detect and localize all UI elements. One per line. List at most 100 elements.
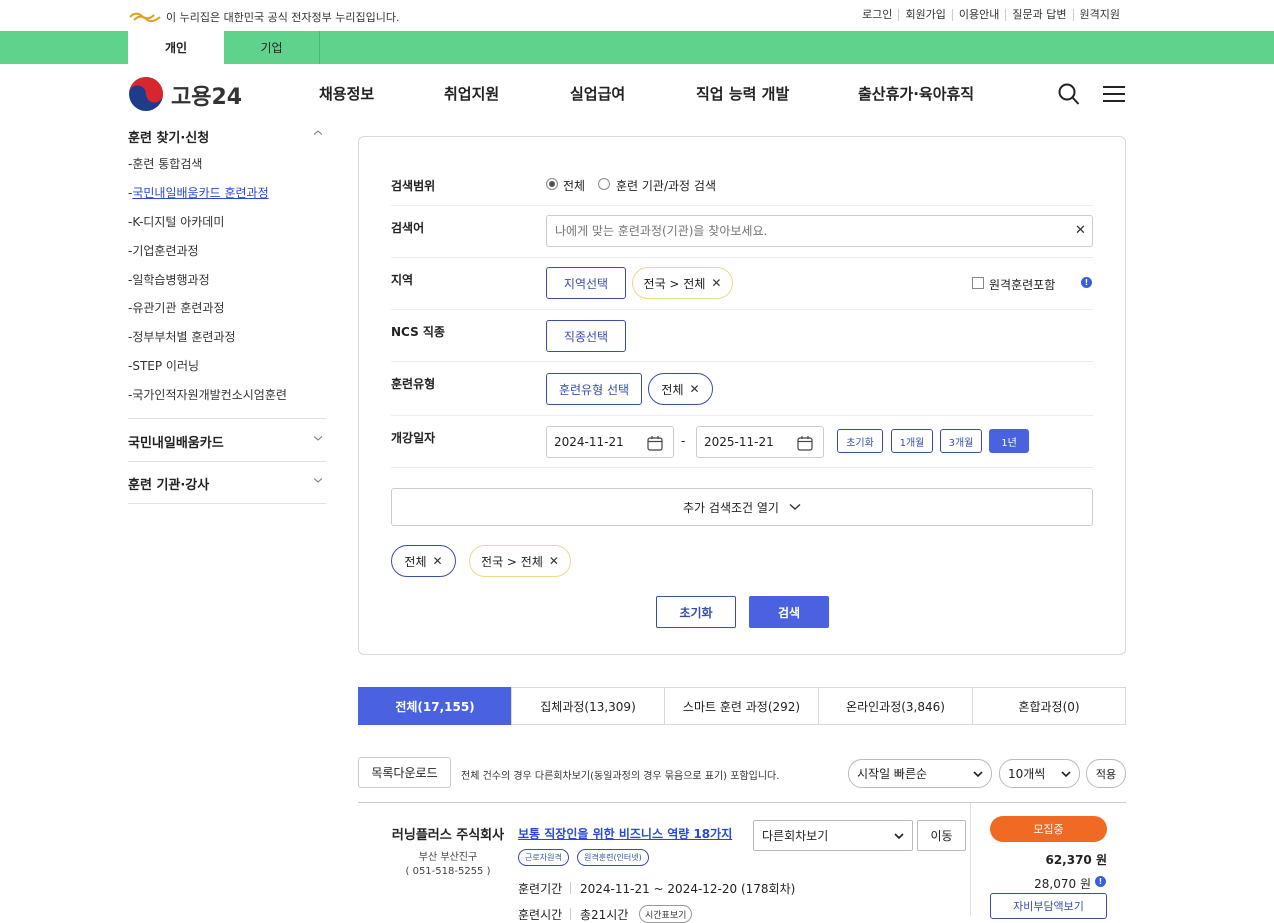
scope-org-label[interactable]: 훈련 기관/과정 검색: [616, 177, 716, 194]
period-3month-button[interactable]: 3개월: [940, 429, 982, 453]
remove-chip-icon[interactable]: ✕: [690, 382, 700, 396]
move-button[interactable]: 이동: [917, 820, 966, 851]
training-hours-value: 총21시간: [580, 908, 629, 922]
list-download-button[interactable]: 목록다운로드: [358, 757, 451, 788]
more-conditions-toggle[interactable]: 추가 검색조건 열기: [391, 488, 1093, 526]
sidebar-item-work-study[interactable]: -일학습병행과정: [128, 271, 210, 288]
calendar-icon[interactable]: [797, 435, 813, 451]
tab-classroom[interactable]: 집체과정(13,309): [511, 687, 665, 725]
sidebar-item-label: 국가인적자원개발컨소시엄훈련: [132, 388, 287, 402]
scope-all-radio[interactable]: [546, 178, 558, 190]
scope-org-radio[interactable]: [598, 178, 610, 190]
period-reset-button[interactable]: 초기화: [837, 429, 883, 453]
remote-include-label[interactable]: 원격훈련포함: [989, 276, 1055, 293]
search-panel: [358, 136, 1126, 655]
other-session-select[interactable]: 다른회차보기: [753, 820, 913, 851]
training-type-button[interactable]: 훈련유형 선택: [546, 373, 642, 405]
guide-link[interactable]: 이용안내: [951, 9, 1005, 21]
remove-chip-icon[interactable]: ✕: [711, 276, 721, 290]
scope-label: 검색범위: [391, 179, 436, 193]
sidebar-item-integrated-search[interactable]: -훈련 통합검색: [128, 155, 202, 172]
nav-unemployment-benefit[interactable]: 실업급여: [570, 83, 625, 104]
selected-chip-type: 전체 ✕: [391, 545, 456, 577]
training-period-key: 훈련기간: [518, 882, 563, 896]
tab-smart[interactable]: 스마트 훈련 과정(292): [664, 687, 819, 725]
sidebar-section-label: 훈련 찾기·신청: [128, 131, 210, 146]
result-column-divider: [970, 803, 971, 916]
chevron-up-icon: [314, 130, 322, 135]
org-name[interactable]: 러닝플러스 주식회사: [358, 824, 538, 843]
remove-chip-icon[interactable]: ✕: [549, 554, 559, 568]
ncs-select-button[interactable]: 직종선택: [546, 320, 626, 352]
sidebar-item-label: 훈련 통합검색: [132, 157, 203, 171]
apply-button[interactable]: 적용: [1086, 759, 1126, 788]
sidebar-item-naeil-card-courses[interactable]: -국민내일배움카드 훈련과정: [128, 184, 269, 201]
sort-select[interactable]: 시작일 빠른순: [848, 759, 992, 788]
sidebar-section-institutions[interactable]: 훈련 기관·강사: [128, 474, 326, 493]
page-size-select[interactable]: 10개씩: [999, 759, 1080, 788]
sidebar-item-label: K-디지털 아카데미: [132, 215, 225, 229]
reset-button[interactable]: 초기화: [656, 596, 736, 628]
row-divider: [391, 415, 1093, 416]
org-phone: ( 051-518-5255 ): [405, 866, 491, 877]
remote-support-link[interactable]: 원격지원: [1072, 9, 1126, 21]
training-period-value: 2024-11-21 ~ 2024-12-20 (178회차): [580, 882, 796, 896]
scope-all-label[interactable]: 전체: [563, 177, 585, 194]
clear-keyword-icon[interactable]: ✕: [1075, 223, 1086, 238]
sidebar-item-label: 유관기관 훈련과정: [132, 301, 225, 315]
nav-skills-development[interactable]: 직업 능력 개발: [696, 83, 789, 104]
sidebar-item-ministry-training[interactable]: -정부부처별 훈련과정: [128, 328, 236, 345]
course-price: 62,370 원: [1045, 853, 1107, 867]
tab-blended[interactable]: 혼합과정(0): [972, 687, 1126, 725]
search-icon[interactable]: [1058, 82, 1080, 106]
chevron-down-icon: [894, 833, 904, 840]
date-from-input[interactable]: 2024-11-21: [546, 426, 674, 458]
gov-notice-bar: 이 누리집은 대한민국 공식 전자정부 누리집입니다. 로그인 회원가입 이용안…: [0, 0, 1274, 31]
site-logo-text[interactable]: 고용24: [171, 79, 242, 111]
sidebar-section-naeil-card[interactable]: 국민내일배움카드: [128, 432, 326, 451]
remote-include-checkbox[interactable]: [972, 277, 984, 289]
qna-link[interactable]: 질문과 답변: [1005, 9, 1072, 21]
sidebar-section-training-search[interactable]: 훈련 찾기·신청: [128, 127, 326, 146]
meta-separator: [570, 882, 571, 894]
search-submit-button[interactable]: 검색: [749, 596, 829, 628]
sidebar-item-label: 정부부처별 훈련과정: [132, 330, 236, 344]
taegeuk-logo-icon[interactable]: [128, 76, 164, 112]
date-to-input[interactable]: 2025-11-21: [696, 426, 824, 458]
training-hours-key: 훈련시간: [518, 908, 563, 922]
tab-all[interactable]: 전체(17,155): [358, 687, 512, 725]
signup-link[interactable]: 회원가입: [898, 9, 951, 21]
calendar-icon[interactable]: [647, 435, 663, 451]
timetable-button[interactable]: 시간표보기: [639, 905, 693, 923]
info-icon[interactable]: !: [1081, 277, 1092, 288]
chevron-down-icon: [1061, 771, 1071, 778]
chevron-down-icon: [789, 503, 801, 510]
sidebar-item-step-elearning[interactable]: -STEP 이러닝: [128, 357, 199, 374]
self-pay-price: 28,070 원: [1034, 877, 1091, 891]
audience-tab-bar: 개인 기업: [0, 31, 1274, 64]
sidebar-item-corporate-training[interactable]: -기업훈련과정: [128, 242, 199, 259]
login-link[interactable]: 로그인: [856, 9, 898, 21]
course-title-link[interactable]: 보통 직장인을 위한 비즈니스 역량 18가지: [518, 825, 732, 842]
other-session-value: 다른회차보기: [762, 829, 829, 843]
sidebar-item-related-agencies[interactable]: -유관기관 훈련과정: [128, 299, 224, 316]
nav-maternity-leave[interactable]: 출산휴가·육아휴직: [858, 83, 974, 104]
info-icon[interactable]: !: [1095, 876, 1106, 887]
nav-jobs[interactable]: 채용정보: [319, 83, 374, 104]
tab-corporate[interactable]: 기업: [224, 31, 320, 64]
gov-notice-text: 이 누리집은 대한민국 공식 전자정부 누리집입니다.: [166, 11, 400, 24]
region-select-button[interactable]: 지역선택: [546, 267, 626, 299]
remove-chip-icon[interactable]: ✕: [433, 554, 443, 568]
period-1month-button[interactable]: 1개월: [891, 429, 933, 453]
keyword-input[interactable]: [546, 215, 1093, 247]
tab-personal[interactable]: 개인: [128, 31, 224, 64]
sidebar-item-consortium[interactable]: -국가인적자원개발컨소시엄훈련: [128, 386, 287, 403]
nav-employment-support[interactable]: 취업지원: [444, 83, 499, 104]
tab-online[interactable]: 온라인과정(3,846): [818, 687, 973, 725]
training-type-chip-label: 전체: [661, 382, 684, 397]
sidebar-item-k-digital[interactable]: -K-디지털 아카데미: [128, 213, 224, 230]
meta-separator: [570, 908, 571, 920]
period-1year-button[interactable]: 1년: [989, 429, 1029, 453]
hamburger-menu-icon[interactable]: [1102, 84, 1126, 104]
self-pay-button[interactable]: 자비부담액보기: [990, 893, 1107, 919]
